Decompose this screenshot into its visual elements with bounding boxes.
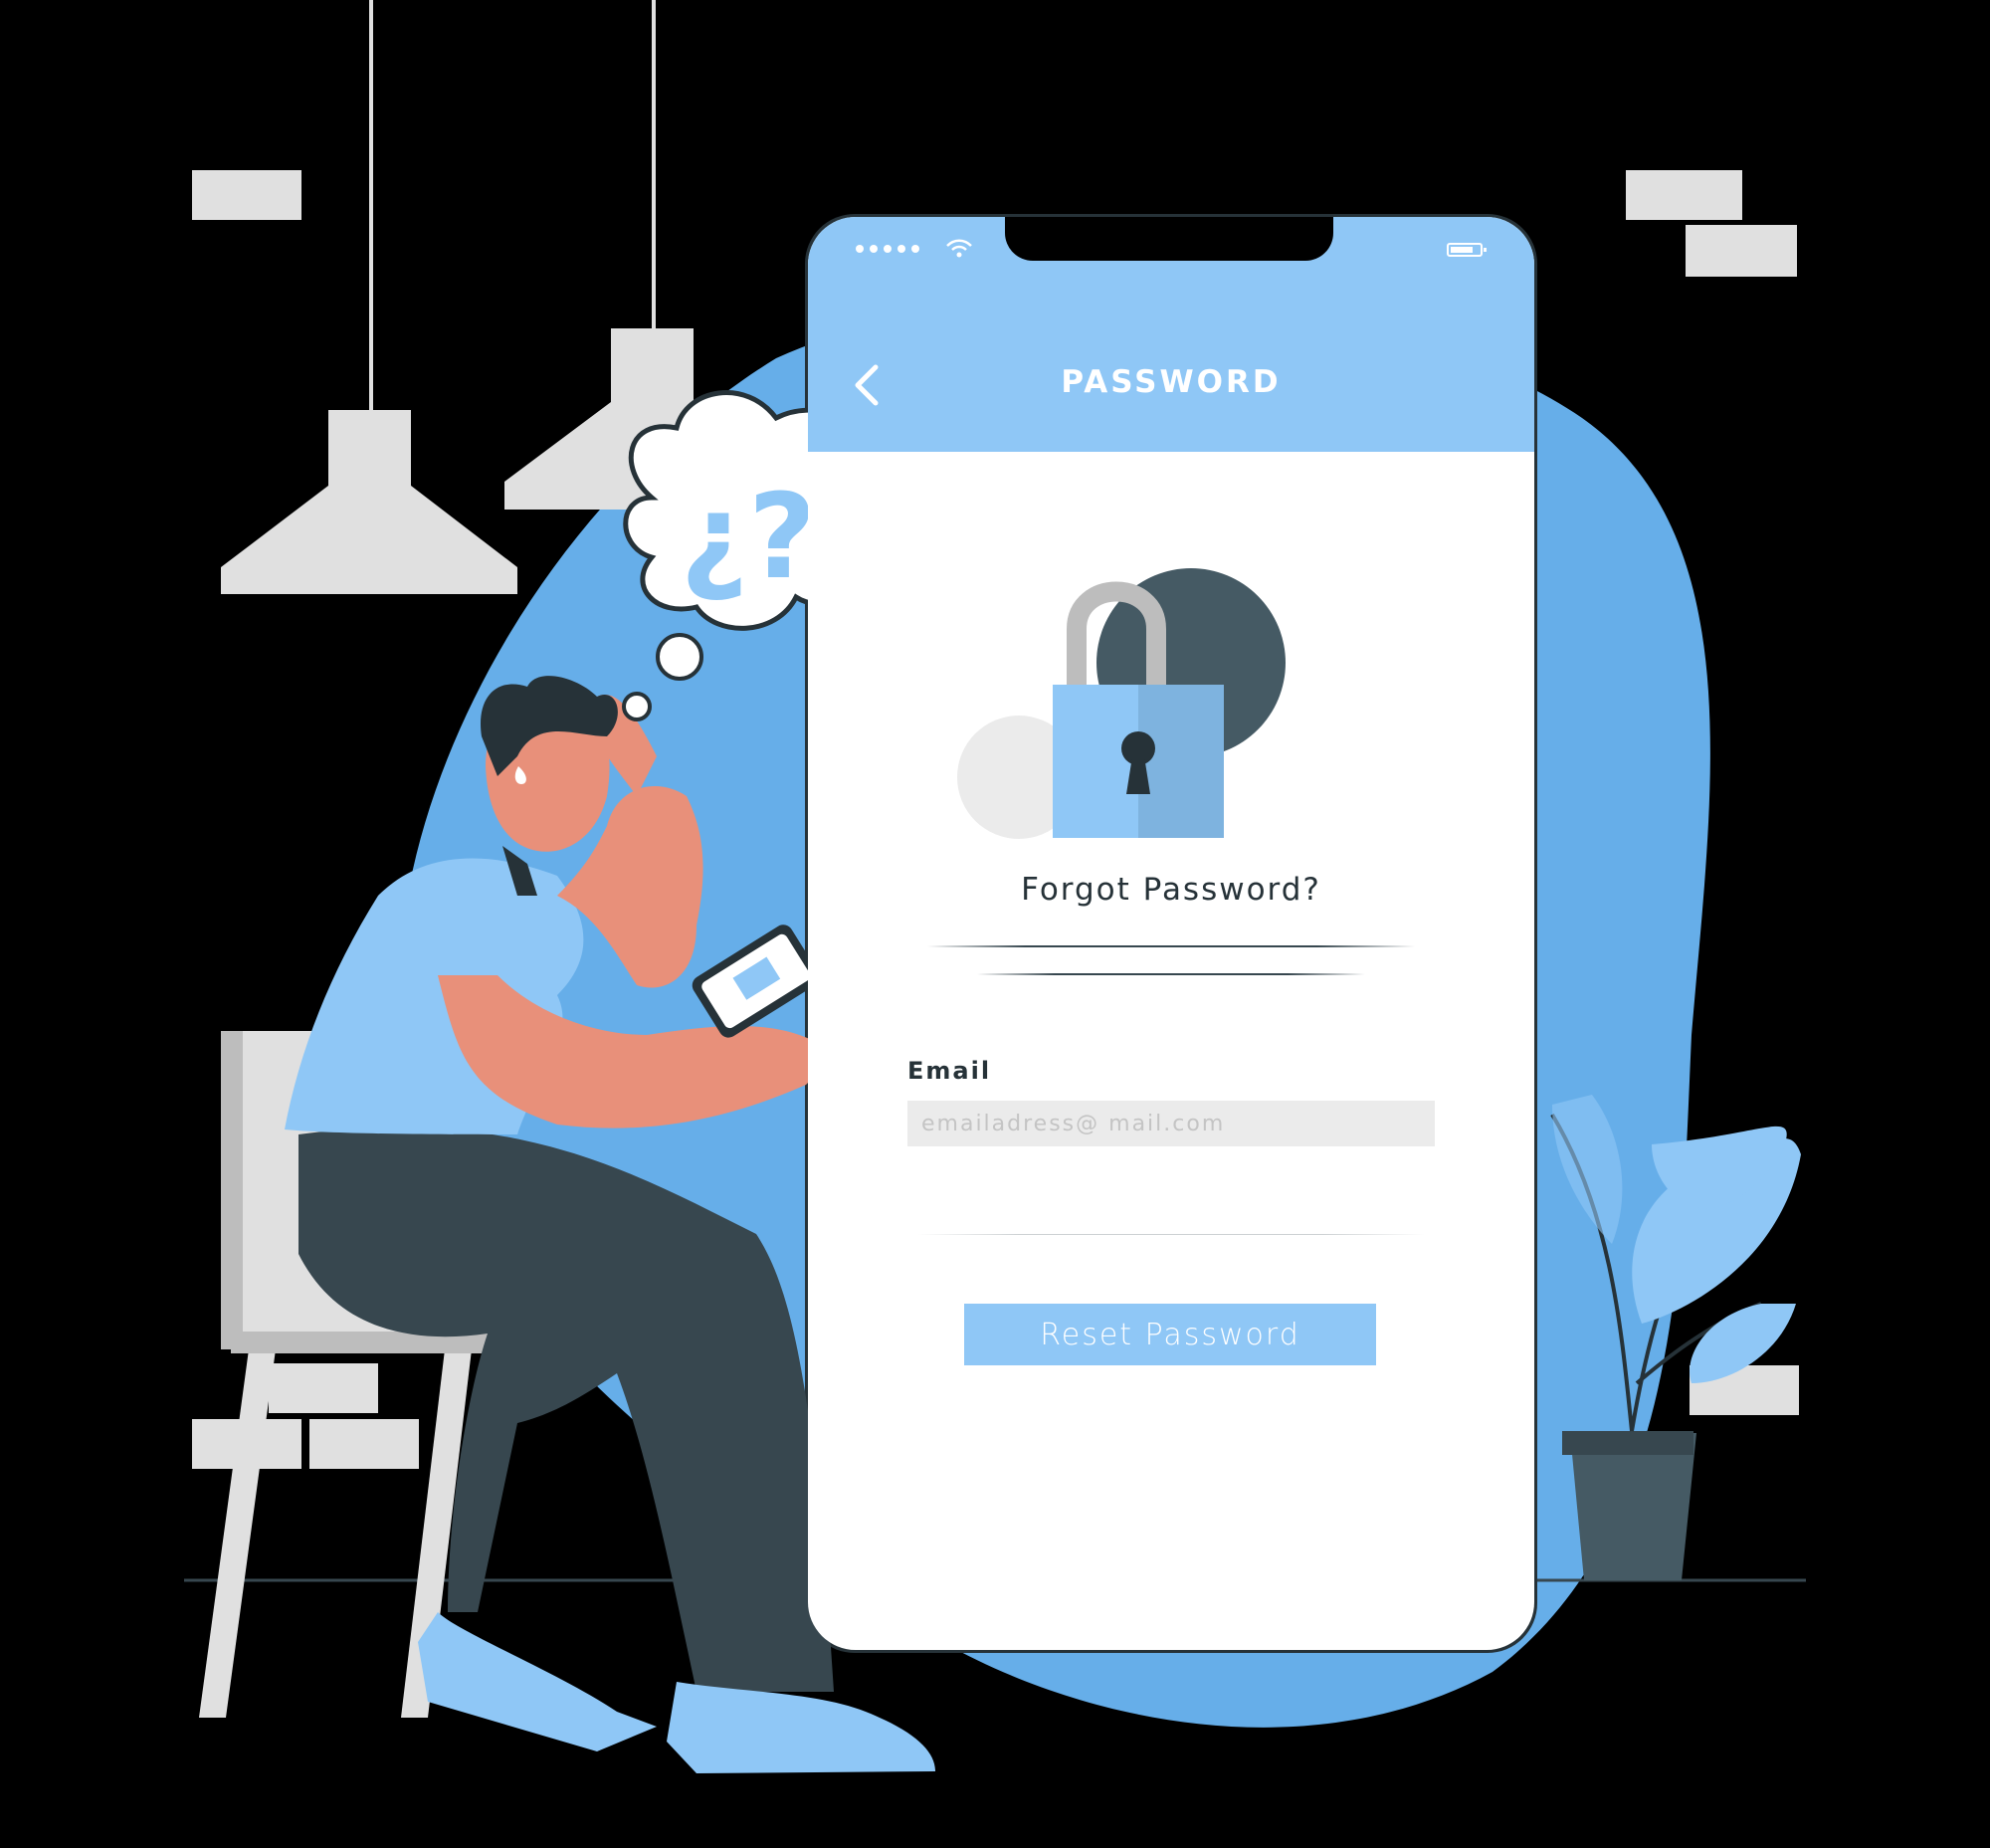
divider-line xyxy=(927,945,1415,947)
signal-dots-icon xyxy=(856,245,919,253)
phone-notch xyxy=(1005,217,1333,261)
wifi-icon xyxy=(946,239,972,258)
thought-dot xyxy=(656,633,703,681)
wall-brick xyxy=(1686,225,1797,277)
thought-dot xyxy=(622,692,652,721)
reset-password-button[interactable]: Reset Password xyxy=(964,1304,1376,1365)
chair-back-edge xyxy=(221,1031,243,1349)
battery-icon xyxy=(1447,243,1487,257)
divider-line xyxy=(917,1234,1425,1235)
wall-brick xyxy=(309,1419,419,1469)
padlock-icon xyxy=(957,568,1286,839)
plant-pot xyxy=(1570,1433,1696,1580)
person-shoe xyxy=(667,1682,935,1773)
chair-leg xyxy=(199,1349,276,1718)
person-shoe xyxy=(418,1612,657,1751)
pendant-lamp xyxy=(221,410,517,594)
app-header: PASSWORD xyxy=(808,217,1534,452)
phone-screen: PASSWORD Forgot Password? Email Reset Pa… xyxy=(808,217,1534,1650)
divider-line xyxy=(977,973,1365,975)
wall-brick xyxy=(192,170,301,220)
wall-brick xyxy=(269,1363,378,1413)
email-label: Email xyxy=(907,1057,992,1085)
email-field[interactable] xyxy=(907,1101,1435,1146)
question-marks: ¿? xyxy=(681,468,817,605)
page-title: PASSWORD xyxy=(1061,364,1282,400)
illustration-stage: ¿? PASSWORD Forgot Password? Email email… xyxy=(0,0,1990,1848)
forgot-password-heading: Forgot Password? xyxy=(1021,872,1321,908)
plant-pot-rim xyxy=(1562,1431,1693,1455)
wall-brick xyxy=(1626,170,1742,220)
